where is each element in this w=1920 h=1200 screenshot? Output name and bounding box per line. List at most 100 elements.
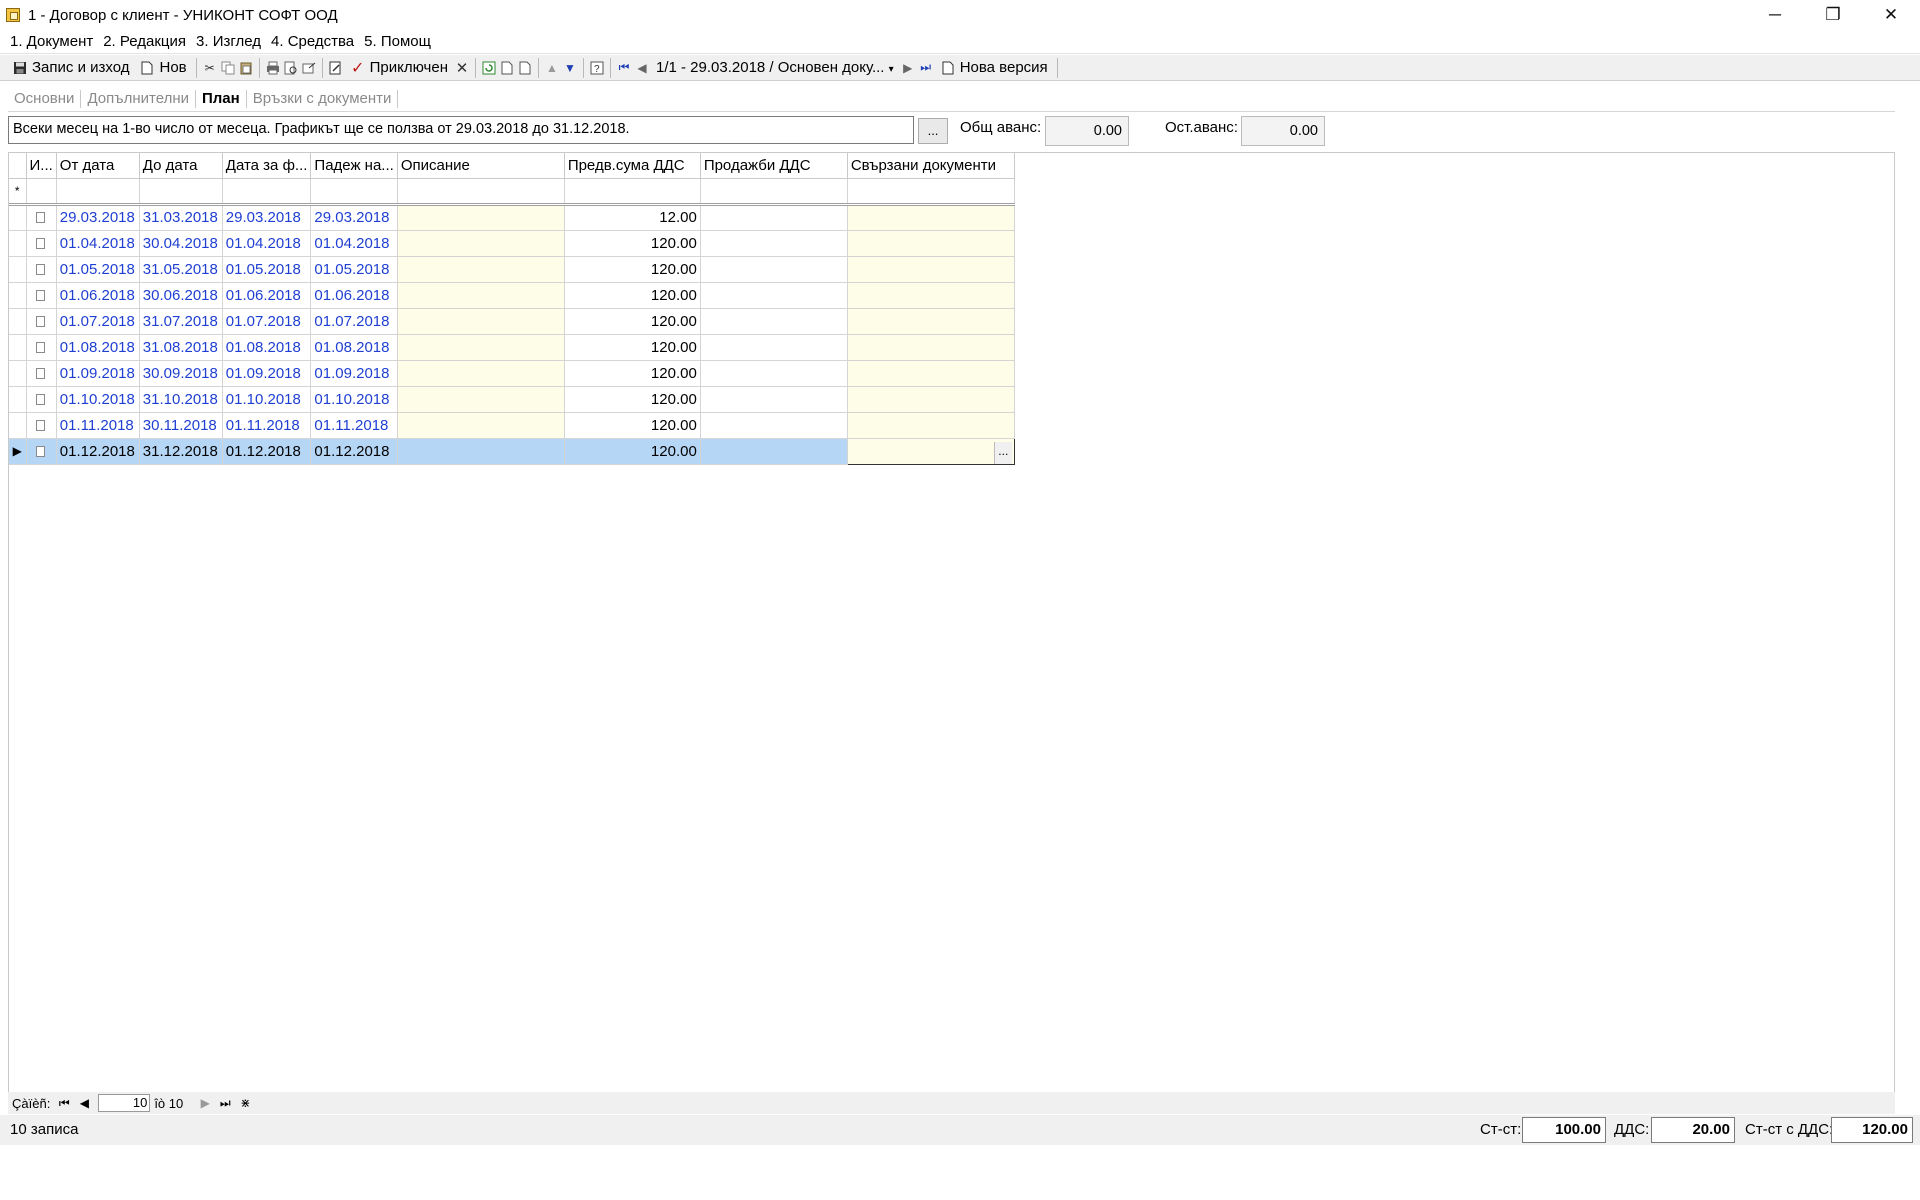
row-document-cell[interactable] (26, 438, 57, 465)
cell-to-date[interactable]: 31.03.2018 (139, 204, 223, 231)
cell-planned-amount[interactable]: 120.00 (564, 230, 701, 257)
cell-due-date[interactable]: 01.07.2018 (310, 308, 398, 335)
cell-to-date[interactable]: 30.09.2018 (139, 360, 223, 387)
column-header-linked-documents[interactable]: Свързани документи (847, 153, 1015, 179)
new-version-button[interactable]: Нова версия (936, 57, 1052, 79)
cell-due-date[interactable]: 01.04.2018 (310, 230, 398, 257)
cell-sales-vat[interactable] (700, 412, 848, 439)
menu-tools[interactable]: 4. Средства (271, 33, 354, 50)
cell-sales-vat[interactable] (700, 282, 848, 309)
row-indicator[interactable] (9, 282, 27, 309)
row-indicator[interactable] (9, 334, 27, 361)
linked-documents-ellipsis-button[interactable]: ... (993, 441, 1012, 463)
cell-sales-vat[interactable] (700, 256, 848, 283)
column-header-sales-vat[interactable]: Продажби ДДС (700, 153, 848, 179)
cell-linked-documents[interactable] (847, 334, 1015, 361)
menu-edit[interactable]: 2. Редакция (103, 33, 186, 50)
cell-due-date[interactable]: 29.03.2018 (310, 204, 398, 231)
menu-document[interactable]: 1. Документ (10, 33, 93, 50)
table-row[interactable]: 01.07.2018 31.07.2018 01.07.2018 01.07.2018… (9, 308, 1015, 335)
cell-linked-documents[interactable] (847, 412, 1015, 439)
cell-from-date[interactable]: 01.12.2018 (56, 438, 140, 465)
next-row-icon[interactable]: ▶ (197, 1095, 213, 1111)
cell-planned-amount[interactable]: 120.00 (564, 308, 701, 335)
last-row-icon[interactable]: ⏭ (217, 1095, 233, 1111)
row-indicator[interactable] (9, 412, 27, 439)
close-button[interactable]: ✕ (1862, 0, 1920, 30)
column-header-invoice-date[interactable]: Дата за ф... (222, 153, 312, 179)
tab-additional[interactable]: Допълнителни (81, 89, 196, 108)
first-row-icon[interactable]: ⏮ (56, 1095, 72, 1111)
column-header-to-date[interactable]: До дата (139, 153, 223, 179)
cell-linked-documents[interactable]: ... (846, 437, 1015, 465)
cell-from-date[interactable]: 01.06.2018 (56, 282, 140, 309)
refresh-icon[interactable] (481, 60, 497, 76)
schedule-description-field[interactable]: Всеки месец на 1-во число от месеца. Гра… (8, 116, 914, 144)
cell-invoice-date[interactable]: 01.07.2018 (222, 308, 312, 335)
cell-description[interactable] (397, 412, 565, 439)
row-document-cell[interactable] (26, 230, 57, 257)
cell-planned-amount[interactable]: 120.00 (564, 256, 701, 283)
cell-due-date[interactable]: 01.05.2018 (310, 256, 398, 283)
cell-to-date[interactable]: 31.08.2018 (139, 334, 223, 361)
row-document-cell[interactable] (26, 334, 57, 361)
cell-sales-vat[interactable] (700, 360, 848, 387)
row-document-cell[interactable] (26, 282, 57, 309)
table-row[interactable]: ▶ 01.12.2018 31.12.2018 01.12.2018 01.12.201… (9, 437, 1015, 465)
new-row-cell[interactable] (564, 178, 701, 206)
cell-description[interactable] (397, 230, 565, 257)
row-indicator[interactable] (9, 360, 27, 387)
cell-linked-documents[interactable] (847, 308, 1015, 335)
cell-sales-vat[interactable] (700, 438, 848, 465)
column-header-description[interactable]: Описание (397, 153, 565, 179)
document-version-selector[interactable]: 1/1 - 29.03.2018 / Основен доку... ▾ (652, 59, 898, 76)
row-indicator[interactable] (9, 386, 27, 413)
cell-description[interactable] (397, 256, 565, 283)
cell-invoice-date[interactable]: 01.10.2018 (222, 386, 312, 413)
cell-planned-amount[interactable]: 120.00 (564, 334, 701, 361)
cell-invoice-date[interactable]: 01.04.2018 (222, 230, 312, 257)
prev-row-icon[interactable]: ◀ (76, 1095, 92, 1111)
row-document-cell[interactable] (26, 256, 57, 283)
cell-from-date[interactable]: 01.07.2018 (56, 308, 140, 335)
cell-due-date[interactable]: 01.11.2018 (310, 412, 398, 439)
row-indicator[interactable] (9, 230, 27, 257)
cell-from-date[interactable]: 01.05.2018 (56, 256, 140, 283)
table-row[interactable]: 01.06.2018 30.06.2018 01.06.2018 01.06.2018… (9, 282, 1015, 309)
cell-from-date[interactable]: 01.11.2018 (56, 412, 140, 439)
print-preview-icon[interactable] (283, 60, 299, 76)
cell-invoice-date[interactable]: 01.08.2018 (222, 334, 312, 361)
cell-from-date[interactable]: 01.08.2018 (56, 334, 140, 361)
help-icon[interactable]: ? (589, 60, 605, 76)
cell-linked-documents[interactable] (847, 204, 1015, 231)
row-document-cell[interactable] (26, 386, 57, 413)
cell-planned-amount[interactable]: 120.00 (564, 386, 701, 413)
new-row-cell[interactable] (700, 178, 848, 206)
move-down-icon[interactable]: ▼ (562, 60, 578, 76)
cell-invoice-date[interactable]: 01.06.2018 (222, 282, 312, 309)
new-row-cell[interactable] (26, 178, 57, 206)
print-icon[interactable] (265, 60, 281, 76)
cell-description[interactable] (397, 386, 565, 413)
mark-closed-button[interactable]: ✓ Приключен (346, 57, 452, 79)
cell-sales-vat[interactable] (700, 386, 848, 413)
cell-from-date[interactable]: 29.03.2018 (56, 204, 140, 231)
cell-linked-documents[interactable] (847, 256, 1015, 283)
cell-invoice-date[interactable]: 01.12.2018 (222, 438, 312, 465)
cell-to-date[interactable]: 30.11.2018 (139, 412, 223, 439)
edit-document-icon[interactable] (328, 60, 344, 76)
cell-due-date[interactable]: 01.08.2018 (310, 334, 398, 361)
cell-due-date[interactable]: 01.12.2018 (310, 438, 398, 465)
cut-icon[interactable]: ✂ (202, 60, 218, 76)
cell-invoice-date[interactable]: 01.05.2018 (222, 256, 312, 283)
table-row[interactable]: 01.09.2018 30.09.2018 01.09.2018 01.09.2018… (9, 360, 1015, 387)
column-header-due-date[interactable]: Падеж на... (310, 153, 398, 179)
blank-document-icon[interactable] (517, 60, 533, 76)
cell-linked-documents[interactable] (847, 360, 1015, 387)
new-row[interactable]: * (9, 178, 1015, 206)
table-row[interactable]: 29.03.2018 31.03.2018 29.03.2018 29.03.2018… (9, 204, 1015, 231)
cell-invoice-date[interactable]: 29.03.2018 (222, 204, 312, 231)
new-row-cell[interactable] (397, 178, 565, 206)
current-row-arrow-icon[interactable]: ▶ (9, 438, 27, 465)
cell-description[interactable] (397, 438, 565, 465)
